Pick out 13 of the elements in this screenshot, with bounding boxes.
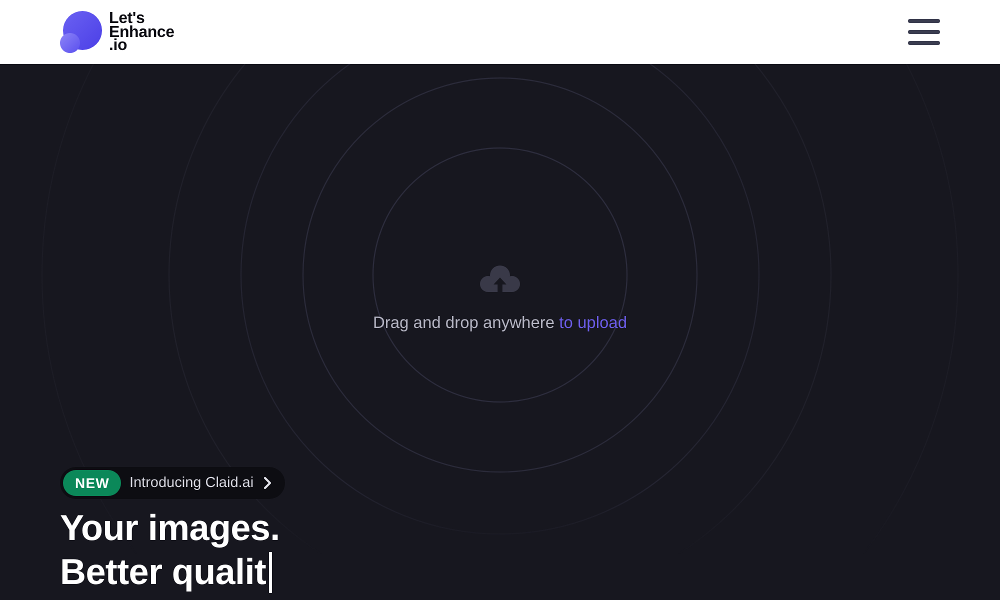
hero-heading: Better qualit [60, 550, 266, 594]
announcement-link[interactable]: NEW Introducing Claid.ai [60, 467, 285, 499]
logo-text[interactable]: Let's Enhance .io [109, 11, 174, 53]
menu-button[interactable] [908, 19, 940, 45]
new-badge: NEW [63, 470, 122, 496]
chevron-right-icon [264, 477, 271, 489]
hero-heading: Your images. [60, 506, 280, 550]
cloud-upload-icon [480, 265, 520, 293]
upload-link[interactable]: to upload [559, 314, 628, 332]
upload-prompt: Drag and drop anywhere to upload [372, 313, 628, 333]
menu-icon [908, 19, 940, 45]
logo-icon[interactable] [60, 11, 102, 53]
announcement-text: Introducing Claid.ai [129, 475, 254, 491]
